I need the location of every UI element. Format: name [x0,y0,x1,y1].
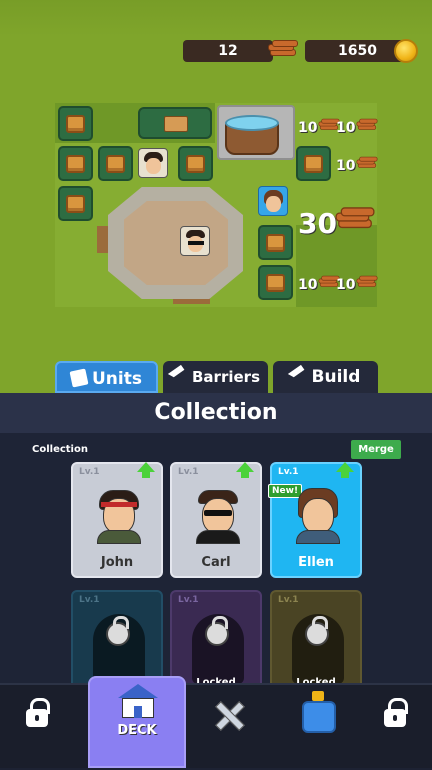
unit-card-carl[interactable]: Lv.1 Carl [170,462,262,578]
build-slot[interactable] [58,146,93,181]
wood-icon [268,40,298,58]
build-slot[interactable] [296,146,331,181]
tab-label: Units [92,369,142,389]
unit-card-ellen[interactable]: Lv.1 New! Ellen [268,462,362,578]
nav-locked-right[interactable] [352,685,432,770]
ellen-avatar [294,486,342,544]
card-name: Ellen [298,555,334,570]
card-level: Lv.1 [178,467,199,477]
unit-carl-icon[interactable] [180,226,210,256]
wood-cost: 10 [336,158,356,174]
nav-battle[interactable] [196,685,276,770]
unit-ellen-icon[interactable] [258,186,288,216]
collection-label: Collection [32,444,88,455]
wood-counter: 12 [183,40,273,62]
crown-icon [312,691,324,701]
build-slot[interactable] [178,146,213,181]
card-level: Lv.1 [79,595,100,605]
lock-icon [26,698,50,727]
build-slot[interactable] [258,225,293,260]
wood-cost-large: 30 [298,207,337,240]
lock-icon [106,616,130,646]
wood-icon [356,275,378,289]
coin-count: 1650 [338,43,377,59]
collection-title: Collection [0,393,432,433]
tab-units[interactable]: Units [55,361,158,393]
lock-icon [205,616,229,646]
hammer-icon [287,364,310,388]
build-slot[interactable] [258,265,293,300]
tab-label: Build [311,367,361,387]
tab-barriers[interactable]: Barriers [163,361,268,393]
card-level: Lv.1 [79,467,100,477]
card-name: John [100,555,134,570]
deck-label: DECK [117,723,157,738]
nav-upgrades[interactable] [280,685,360,770]
potion-icon [302,701,336,733]
wood-icon [356,118,378,132]
nav-locked-left[interactable] [0,685,80,770]
upgrade-arrow-icon [236,462,254,478]
upgrade-arrow-icon [137,462,155,478]
build-slot[interactable] [58,186,93,221]
hammer-icon [167,364,191,388]
card-name: Carl [201,555,231,570]
upgrade-arrow-icon [336,462,354,478]
build-slot[interactable] [58,106,93,141]
merge-button[interactable]: Merge [351,440,401,459]
unit-card-john[interactable]: Lv.1 John [71,462,163,578]
john-avatar [95,486,143,544]
wood-icon [335,207,375,230]
cards-icon [69,368,89,388]
tab-label: Barriers [192,368,260,386]
top-bar [0,0,432,36]
carl-avatar [194,486,242,544]
house-icon [118,684,158,718]
wood-cost: 10 [336,120,356,136]
card-level: Lv.1 [278,467,299,477]
pool-building[interactable] [217,105,295,160]
tab-build[interactable]: Build [273,361,378,393]
wood-count: 12 [218,43,238,59]
wood-cost: 10 [298,120,318,136]
bottom-nav [0,683,432,768]
card-level: Lv.1 [178,595,199,605]
lock-icon [384,698,408,727]
arena-floor [124,201,228,285]
lock-icon [305,616,329,646]
nav-deck[interactable]: DECK [88,676,186,768]
unit-john-icon[interactable] [138,148,168,178]
wood-cost: 10 [298,277,318,293]
card-level: Lv.1 [278,595,299,605]
build-slot[interactable] [98,146,133,181]
wood-cost: 10 [336,277,356,293]
coin-icon [394,39,418,63]
wood-pallet-building[interactable] [138,107,212,139]
wood-icon [356,156,378,170]
